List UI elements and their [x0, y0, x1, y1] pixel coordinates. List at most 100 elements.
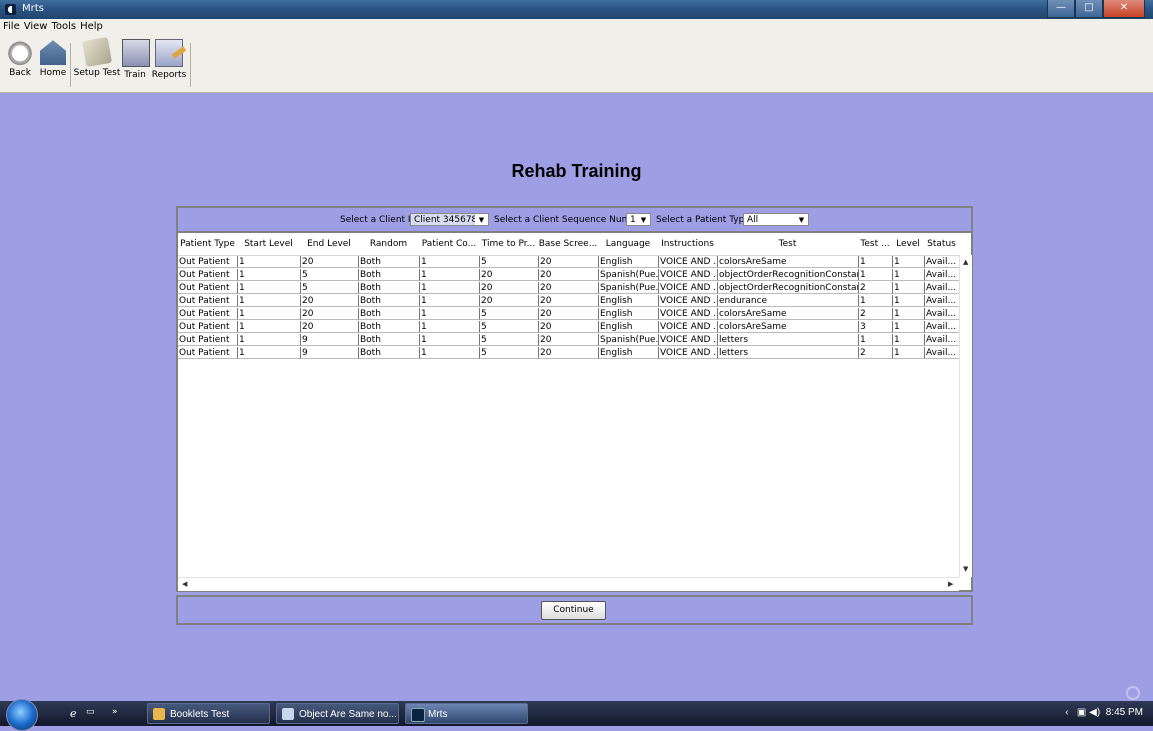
- patient-type-value: All: [747, 215, 759, 225]
- table-row[interactable]: Out Patient 1 9 Both 1 5 20 Spanish(Pue... VOICE…: [178, 334, 959, 347]
- horizontal-scrollbar[interactable]: ◀ ▶: [178, 577, 959, 591]
- table-cell: 1: [892, 334, 924, 346]
- toolbar: Back Home Setup Test Train Reports: [0, 36, 1153, 93]
- table-cell: 2: [858, 347, 892, 359]
- table-row[interactable]: Out Patient 1 5 Both 1 20 20 Spanish(Pue... VOIC…: [178, 282, 959, 295]
- table-cell: 20: [538, 347, 598, 359]
- table-cell: VOICE AND ...: [658, 308, 717, 320]
- menu-file[interactable]: File: [0, 19, 21, 32]
- continue-button[interactable]: Continue: [541, 601, 606, 620]
- table-cell: English: [598, 321, 658, 333]
- clock[interactable]: 8:45 PM: [1106, 707, 1143, 718]
- column-header[interactable]: Test ...: [858, 233, 892, 255]
- column-header[interactable]: Start Level: [237, 233, 300, 255]
- vertical-scrollbar[interactable]: ▲ ▼: [959, 255, 972, 577]
- table-cell: 2: [858, 308, 892, 320]
- title-bar: Mrts — □ ✕: [0, 0, 1153, 19]
- table-row[interactable]: Out Patient 1 9 Both 1 5 20 English VOICE AND ..…: [178, 347, 959, 360]
- task-label: Object Are Same no...: [299, 709, 397, 720]
- table-cell: 1: [237, 334, 300, 346]
- close-button[interactable]: ✕: [1103, 0, 1145, 18]
- table-cell: Both: [358, 295, 419, 307]
- table-cell: Out Patient: [178, 269, 237, 281]
- table-cell: 1: [419, 347, 479, 359]
- table-cell: Spanish(Pue...: [598, 334, 658, 346]
- home-button[interactable]: Home: [38, 39, 68, 78]
- menu-bar: File View Tools Help: [0, 19, 1153, 38]
- table-row[interactable]: Out Patient 1 20 Both 1 5 20 English VOICE AND .…: [178, 321, 959, 334]
- table-cell: 1: [237, 321, 300, 333]
- table-row[interactable]: Out Patient 1 20 Both 1 5 20 English VOICE AND .…: [178, 256, 959, 269]
- chevron-down-icon: ▼: [795, 214, 808, 225]
- client-id-select[interactable]: Client 345678 ▼: [410, 213, 489, 226]
- column-header[interactable]: Random: [358, 233, 419, 255]
- table-cell: Avail...: [924, 269, 959, 281]
- client-id-value: Client 345678: [414, 215, 478, 225]
- column-header[interactable]: Base Scree...: [538, 233, 598, 255]
- table-cell: VOICE AND ...: [658, 256, 717, 268]
- table-cell: 20: [479, 295, 538, 307]
- column-header[interactable]: Level: [892, 233, 924, 255]
- table-row[interactable]: Out Patient 1 20 Both 1 20 20 English VOICE AND …: [178, 295, 959, 308]
- task-object-are-same[interactable]: Object Are Same no...: [276, 703, 399, 724]
- toolbar-separator: [190, 43, 191, 87]
- app-icon: [411, 708, 425, 722]
- task-booklets-test[interactable]: Booklets Test: [147, 703, 270, 724]
- task-mrts[interactable]: Mrts: [405, 703, 528, 724]
- network-icon[interactable]: ▣: [1077, 707, 1086, 718]
- table-cell: Avail...: [924, 347, 959, 359]
- table-row[interactable]: Out Patient 1 5 Both 1 20 20 Spanish(Pue... VOIC…: [178, 269, 959, 282]
- tray-expand-icon[interactable]: ‹: [1065, 707, 1068, 718]
- column-header[interactable]: Time to Pr...: [479, 233, 538, 255]
- loading-indicator: [1126, 686, 1140, 700]
- table-cell: English: [598, 295, 658, 307]
- show-desktop-icon[interactable]: ▭: [86, 707, 95, 717]
- volume-icon[interactable]: ◀): [1089, 707, 1100, 718]
- reports-button[interactable]: Reports: [150, 39, 188, 80]
- setup-test-icon: [81, 36, 113, 68]
- column-header[interactable]: Status: [924, 233, 959, 255]
- table-cell: VOICE AND ...: [658, 295, 717, 307]
- scroll-up-icon[interactable]: ▲: [963, 258, 968, 266]
- table-cell: 1: [892, 321, 924, 333]
- scroll-left-icon[interactable]: ◀: [182, 580, 187, 588]
- minimize-button[interactable]: —: [1047, 0, 1075, 18]
- train-button[interactable]: Train: [122, 39, 150, 80]
- table-cell: 5: [300, 282, 358, 294]
- back-button[interactable]: Back: [6, 39, 34, 78]
- table-cell: 1: [858, 334, 892, 346]
- table-cell: 20: [538, 321, 598, 333]
- table-cell: Out Patient: [178, 282, 237, 294]
- column-header[interactable]: Instructions: [658, 233, 717, 255]
- column-header[interactable]: Language: [598, 233, 658, 255]
- start-button[interactable]: [6, 699, 38, 731]
- train-icon: [122, 39, 150, 67]
- maximize-button[interactable]: □: [1075, 0, 1103, 18]
- quick-launch-more-icon[interactable]: »: [112, 707, 118, 717]
- menu-view[interactable]: View: [21, 19, 49, 32]
- column-header[interactable]: Patient Co...: [419, 233, 479, 255]
- page-title: Rehab Training: [511, 161, 642, 181]
- column-header[interactable]: Patient Type: [178, 233, 237, 255]
- training-table: Patient Type Start Level End Level Random Pa…: [176, 231, 973, 592]
- scroll-down-icon[interactable]: ▼: [963, 565, 968, 573]
- table-cell: 9: [300, 334, 358, 346]
- scroll-right-icon[interactable]: ▶: [948, 580, 953, 588]
- setup-test-button[interactable]: Setup Test: [73, 36, 121, 78]
- column-header[interactable]: End Level: [300, 233, 358, 255]
- table-cell: 1: [419, 295, 479, 307]
- column-header[interactable]: Test: [717, 233, 858, 255]
- table-cell: 5: [479, 347, 538, 359]
- table-cell: endurance: [717, 295, 858, 307]
- table-cell: Both: [358, 269, 419, 281]
- menu-tools[interactable]: Tools: [48, 19, 77, 32]
- chevron-down-icon: ▼: [637, 214, 650, 225]
- sequence-select[interactable]: 1 ▼: [626, 213, 651, 226]
- table-cell: English: [598, 256, 658, 268]
- table-cell: 1: [858, 295, 892, 307]
- internet-explorer-icon[interactable]: ℯ: [70, 707, 77, 720]
- table-row[interactable]: Out Patient 1 20 Both 1 5 20 English VOICE AND .…: [178, 308, 959, 321]
- patient-type-select[interactable]: All ▼: [743, 213, 809, 226]
- table-cell: Out Patient: [178, 347, 237, 359]
- menu-help[interactable]: Help: [77, 19, 104, 32]
